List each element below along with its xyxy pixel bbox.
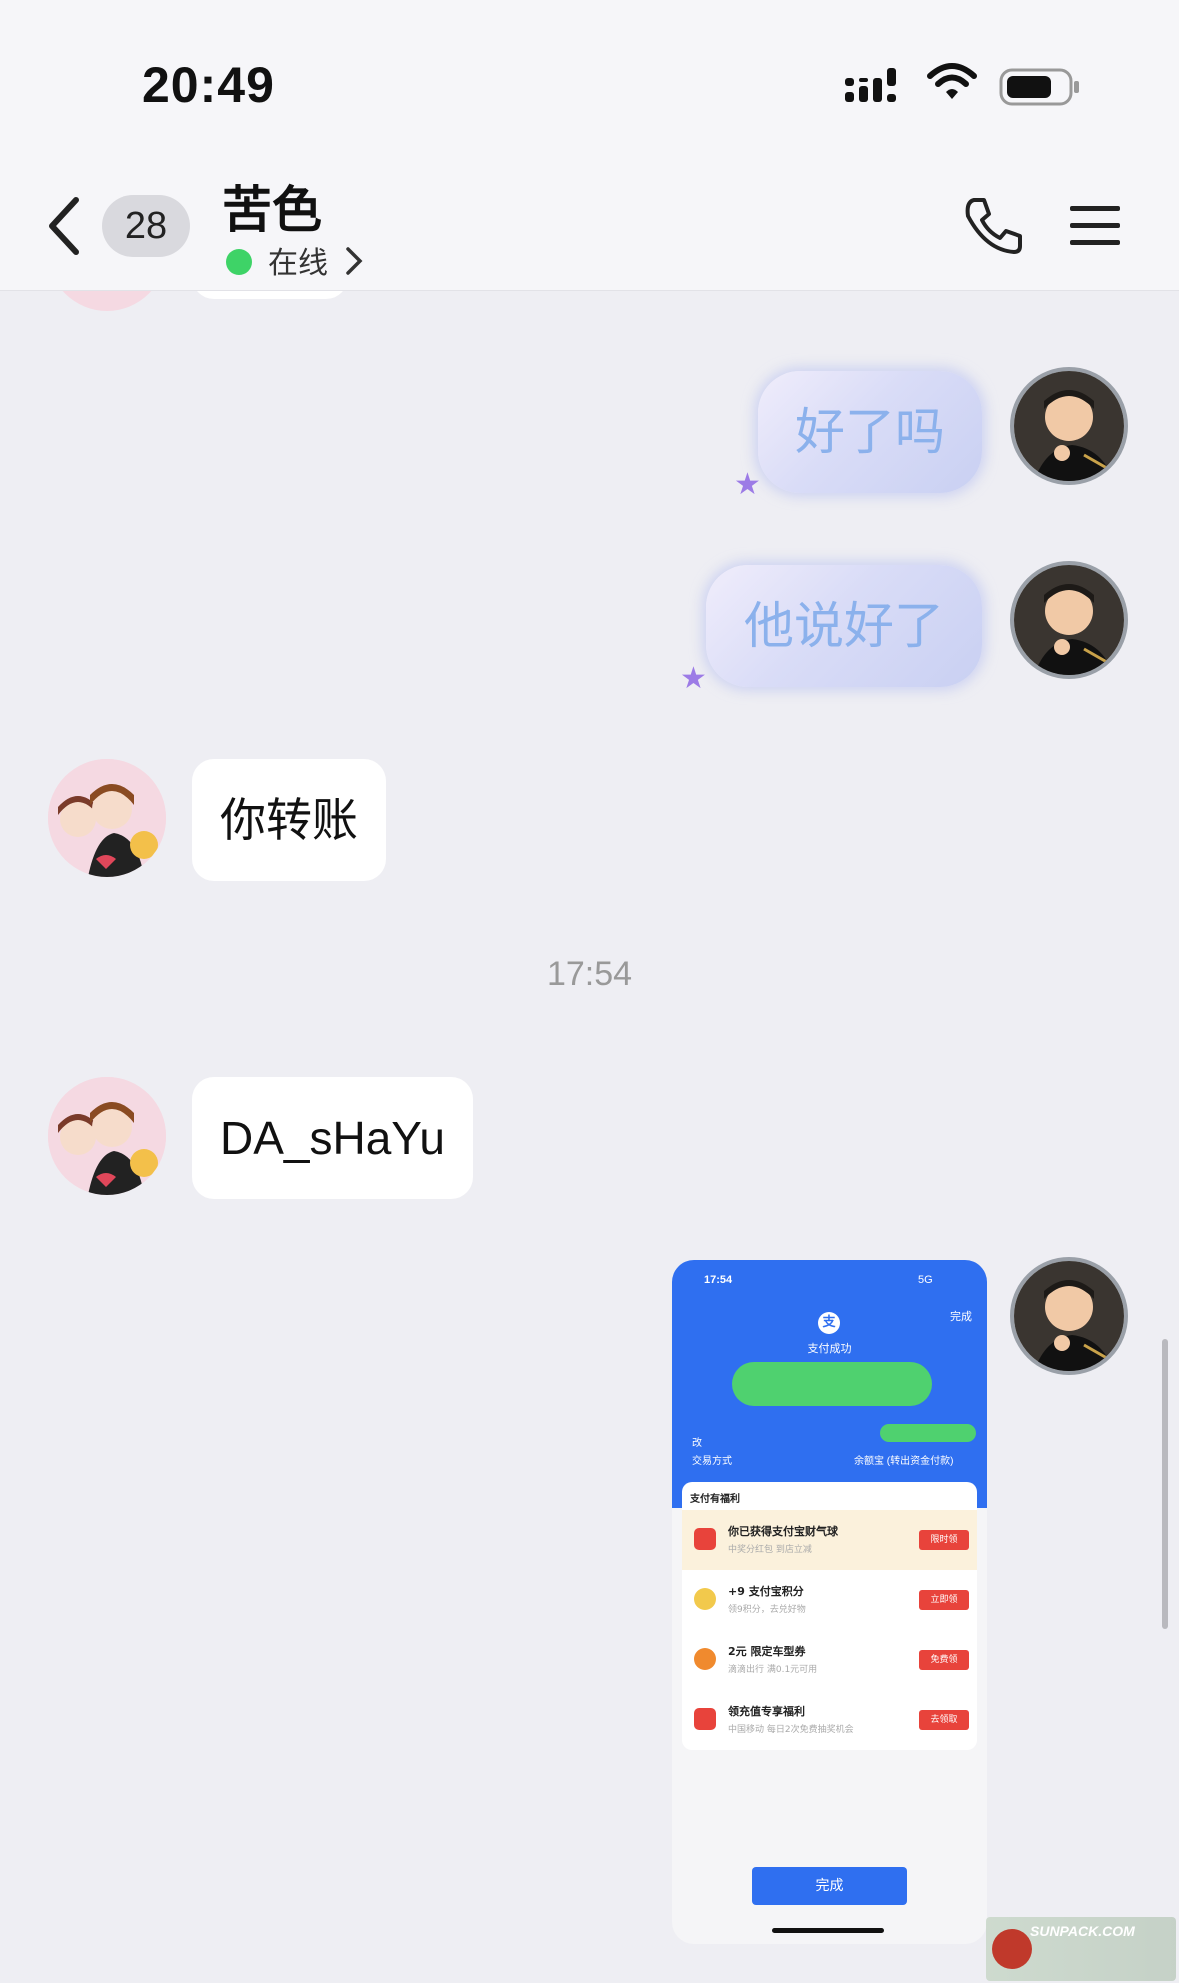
- benefits-card: 支付有福利 你已获得支付宝财气球 中奖分红包 到店立减 限时领 +9 支付宝积分…: [682, 1482, 977, 1750]
- back-chevron-icon[interactable]: [44, 194, 84, 258]
- contact-avatar[interactable]: [48, 1077, 166, 1195]
- screenshot-time: 17:54: [704, 1274, 733, 1286]
- screenshot-network: 5G: [918, 1274, 933, 1286]
- my-message-bubble[interactable]: 他说好了: [706, 565, 982, 687]
- screenshot-method-label: 交易方式: [692, 1456, 732, 1467]
- screenshot-pay-success: 支付成功: [807, 1343, 852, 1355]
- my-avatar[interactable]: [1010, 561, 1128, 679]
- benefit-row: +9 支付宝积分 领9积分，去兑好物 立即领: [682, 1570, 977, 1630]
- benefit-sub: 中国移动 每日2次免费抽奖机会: [728, 1725, 854, 1735]
- watermark-emblem-icon: [992, 1929, 1032, 1969]
- menu-icon[interactable]: [1070, 204, 1122, 248]
- benefit-sub: 中奖分红包 到店立减: [728, 1545, 812, 1555]
- benefit-button[interactable]: 限时领: [919, 1530, 969, 1550]
- watermark-logo: SUNPACK.COM: [986, 1917, 1176, 1981]
- benefits-title: 支付有福利: [690, 1494, 740, 1505]
- chevron-right-icon[interactable]: [344, 245, 364, 277]
- points-coin-icon: [694, 1588, 716, 1610]
- benefit-button[interactable]: 去领取: [919, 1710, 969, 1730]
- battery-icon: [999, 68, 1079, 106]
- my-message-bubble[interactable]: 好了吗: [758, 371, 982, 493]
- screenshot-method-value: 余额宝 (转出资金付款): [854, 1456, 954, 1467]
- boy-portrait-icon: [1014, 1261, 1124, 1371]
- my-avatar[interactable]: [1010, 367, 1128, 485]
- benefit-title: 你已获得支付宝财气球: [728, 1525, 838, 1538]
- my-avatar[interactable]: [1010, 1257, 1128, 1375]
- benefit-button[interactable]: 免费领: [919, 1650, 969, 1670]
- contact-name[interactable]: 苦色: [222, 170, 322, 242]
- contact-avatar[interactable]: [48, 759, 166, 877]
- anime-couple-portrait-icon: [48, 759, 166, 877]
- benefit-row: 2元 限定车型券 滴滴出行 满0.1元可用 免费领: [682, 1630, 977, 1690]
- timestamp-divider: 17:54: [546, 955, 633, 993]
- online-status-text[interactable]: 在线: [268, 238, 328, 282]
- benefit-sub: 领9积分，去兑好物: [728, 1605, 806, 1615]
- alipay-logo-icon: 支: [818, 1312, 840, 1334]
- image-message-payment-screenshot[interactable]: 17:54 5G 完成 支 支付成功 改 交易方式 余额宝 (转出资金付款) 支…: [672, 1260, 987, 1944]
- gift-icon: [694, 1708, 716, 1730]
- message-list[interactable]: 好了吗 ★ 他说好了 ★ 你转账 17:54 DA_sHaYu 17:54 5G…: [0, 291, 1179, 1983]
- boy-portrait-icon: [1014, 565, 1124, 675]
- contact-message-bubble[interactable]: DA_sHaYu: [192, 1077, 474, 1199]
- green-redaction-scribble: [732, 1362, 932, 1406]
- chat-header: 28 苦色 在线: [0, 150, 1179, 291]
- watermark-text: SUNPACK.COM: [1030, 1923, 1135, 1939]
- partial-bubble: [192, 291, 348, 299]
- benefit-title: 领充值专享福利: [728, 1705, 805, 1718]
- contact-message-bubble[interactable]: 你转账: [192, 759, 386, 881]
- benefit-sub: 滴滴出行 满0.1元可用: [728, 1665, 818, 1675]
- screenshot-done-top: 完成: [950, 1311, 972, 1323]
- unread-count-badge[interactable]: 28: [102, 195, 190, 257]
- anime-couple-portrait-icon: [48, 1077, 166, 1195]
- benefit-title: 2元 限定车型券: [728, 1645, 806, 1658]
- benefit-row: 你已获得支付宝财气球 中奖分红包 到店立减 限时领: [682, 1510, 977, 1570]
- benefit-title: +9 支付宝积分: [728, 1585, 804, 1598]
- star-sticker-icon: ★: [734, 467, 761, 502]
- phone-call-icon[interactable]: [962, 194, 1024, 256]
- online-status-dot: [226, 249, 252, 275]
- red-envelope-icon: [694, 1528, 716, 1550]
- status-bar: 20:49: [0, 0, 1179, 150]
- scrollbar[interactable]: [1162, 1339, 1168, 1629]
- wifi-icon: [927, 63, 977, 99]
- home-indicator: [772, 1928, 884, 1933]
- screenshot-change-label: 改: [692, 1438, 702, 1449]
- signal-icon: [845, 68, 896, 102]
- benefit-button[interactable]: 立即领: [919, 1590, 969, 1610]
- star-sticker-icon: ★: [680, 661, 707, 696]
- contact-avatar-partial[interactable]: [48, 291, 166, 311]
- status-time: 20:49: [142, 57, 275, 113]
- screenshot-done-button: 完成: [752, 1867, 907, 1905]
- didi-logo-icon: [694, 1648, 716, 1670]
- benefit-row: 领充值专享福利 中国移动 每日2次免费抽奖机会 去领取: [682, 1690, 977, 1750]
- green-redaction-scribble-2: [880, 1424, 976, 1442]
- boy-portrait-icon: [1014, 371, 1124, 481]
